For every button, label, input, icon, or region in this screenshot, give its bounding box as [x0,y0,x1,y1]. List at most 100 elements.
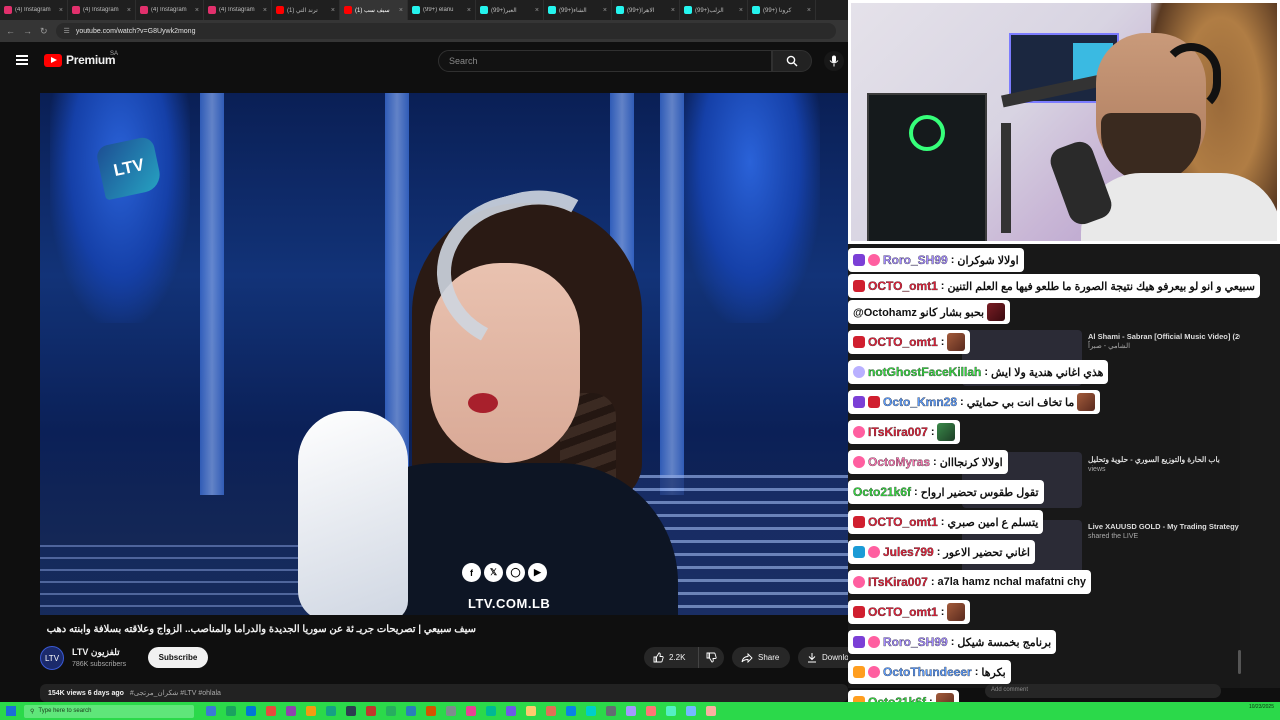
chat-username[interactable]: Roro_SH99 [883,635,948,649]
stage-curtain [50,93,190,323]
taskbar-app-icon[interactable] [606,706,616,716]
subscribe-button[interactable]: Subscribe [148,647,208,668]
taskbar-app-icon[interactable] [626,706,636,716]
tab-close-icon[interactable]: × [671,7,675,14]
chat-username[interactable]: notGhostFaceKillah [868,365,982,379]
taskbar-app-icon[interactable] [646,706,656,716]
channel-avatar[interactable]: LTV [40,646,64,670]
share-button[interactable]: Share [732,647,790,668]
voice-search-button[interactable] [824,51,844,71]
tab-close-icon[interactable]: × [331,7,335,14]
add-comment-input[interactable]: Add comment [985,684,1221,698]
tab-label: (1) سيف سب [355,7,390,14]
url-field[interactable]: ☰ youtube.com/watch?v=G8Uywk2mong [55,23,836,39]
tab-close-icon[interactable]: × [195,7,199,14]
browser-tab[interactable]: (4) Instagram × [0,0,68,20]
taskbar-app-icon[interactable] [326,706,336,716]
tab-close-icon[interactable]: × [807,7,811,14]
taskbar-app-icon[interactable] [686,706,696,716]
tab-close-icon[interactable]: × [59,7,63,14]
tab-close-icon[interactable]: × [467,7,471,14]
tab-close-icon[interactable]: × [127,7,131,14]
chat-username[interactable]: OCTO_omt1 [868,515,938,529]
video-player[interactable]: LTV f 𝕏 ◯ ▶ LTV.COM.LB [40,93,848,615]
browser-tab[interactable]: (99+)الاهرا × [612,0,680,20]
chat-username[interactable]: Octo21k6f [853,485,911,499]
browser-tab[interactable]: (99+) elanu × [408,0,476,20]
browser-tab[interactable]: (4) Instagram × [68,0,136,20]
chat-username[interactable]: OCTO_omt1 [868,605,938,619]
taskbar-clock[interactable]: 10/23/2025 [1249,704,1274,711]
recommendation-item[interactable]: Al Shami - Sabran [Official Music Video]… [1088,332,1254,351]
chat-badge-icon [853,636,865,648]
chat-username[interactable]: ITsKira007 [868,425,928,439]
taskbar-search-input[interactable]: ⚲ Type here to search [24,704,194,718]
chat-username[interactable]: OctoThundeeer [883,665,972,679]
browser-tab[interactable]: (4) Instagram × [136,0,204,20]
tab-close-icon[interactable]: × [263,7,267,14]
taskbar-app-icon[interactable] [266,706,276,716]
tab-close-icon[interactable]: × [739,7,743,14]
chat-emote-icon [947,603,966,621]
taskbar-app-icon[interactable] [486,706,496,716]
browser-address-bar: ← → ↻ ☰ youtube.com/watch?v=G8Uywk2mong [0,20,848,42]
chat-username[interactable]: Octo_Kmn28 [883,395,957,409]
tab-close-icon[interactable]: × [399,7,403,14]
chat-separator: : [914,486,918,498]
tab-close-icon[interactable]: × [535,7,539,14]
taskbar-app-icon[interactable] [206,706,216,716]
chat-username[interactable]: OctoMyras [868,455,930,469]
chat-username[interactable]: ITsKira007 [868,575,928,589]
page-scrollbar-thumb[interactable] [1238,650,1241,674]
forward-icon[interactable]: → [23,26,32,36]
taskbar-app-icon[interactable] [346,706,356,716]
back-icon[interactable]: ← [6,26,15,36]
taskbar-app-icon[interactable] [546,706,556,716]
video-description[interactable]: 154K views 6 days ago #شكران_مرتجى #LTV … [40,684,848,702]
channel-name[interactable]: LTV تلفزيون [72,647,120,658]
browser-tab[interactable]: (99+)الزلب × [680,0,748,20]
taskbar-app-icon[interactable] [226,706,236,716]
recommendation-item[interactable]: باب الحارة والتوزيع السوري - حلوية وتحلي… [1088,455,1220,474]
browser-tab[interactable]: (99+)الشاء × [544,0,612,20]
taskbar-app-icon[interactable] [466,706,476,716]
like-button[interactable]: 2.2K [644,647,698,668]
windows-start-icon[interactable] [6,706,16,716]
taskbar-app-icon[interactable] [586,706,596,716]
chat-username[interactable]: OCTO_omt1 [868,279,938,293]
chat-username[interactable]: Roro_SH99 [883,253,948,267]
tab-close-icon[interactable]: × [603,7,607,14]
menu-icon[interactable] [16,55,28,65]
chat-badge-icon [853,666,865,678]
taskbar-app-icon[interactable] [666,706,676,716]
browser-tab[interactable]: (99+) كرونا × [748,0,816,20]
dislike-button[interactable] [698,647,724,668]
youtube-icon: ▶ [528,563,547,582]
youtube-logo[interactable]: Premium [44,53,116,67]
taskbar-app-icon[interactable] [306,706,316,716]
taskbar-app-icon[interactable] [506,706,516,716]
tab-favicon-icon [616,6,624,14]
site-info-icon[interactable]: ☰ [64,27,70,35]
taskbar-app-icon[interactable] [386,706,396,716]
taskbar-app-icon[interactable] [246,706,256,716]
browser-tab[interactable]: (1) ترند التي × [272,0,340,20]
taskbar-app-icon[interactable] [566,706,576,716]
reload-icon[interactable]: ↻ [40,26,48,37]
browser-tab[interactable]: (4) Instagram × [204,0,272,20]
taskbar-app-icon[interactable] [426,706,436,716]
browser-tab[interactable]: (1) سيف سب × [340,0,408,20]
taskbar-app-icon[interactable] [526,706,536,716]
taskbar-app-icon[interactable] [406,706,416,716]
chat-username[interactable]: OCTO_omt1 [868,335,938,349]
chat-separator: : [933,456,937,468]
hashtags[interactable]: #شكران_مرتجى #LTV #ohlala [130,690,221,697]
chat-username[interactable]: Jules799 [883,545,934,559]
search-input[interactable]: Search [438,50,772,72]
taskbar-app-icon[interactable] [446,706,456,716]
taskbar-app-icon[interactable] [706,706,716,716]
browser-tab[interactable]: (99+)العبر × [476,0,544,20]
taskbar-app-icon[interactable] [286,706,296,716]
taskbar-app-icon[interactable] [366,706,376,716]
search-button[interactable] [772,50,812,72]
